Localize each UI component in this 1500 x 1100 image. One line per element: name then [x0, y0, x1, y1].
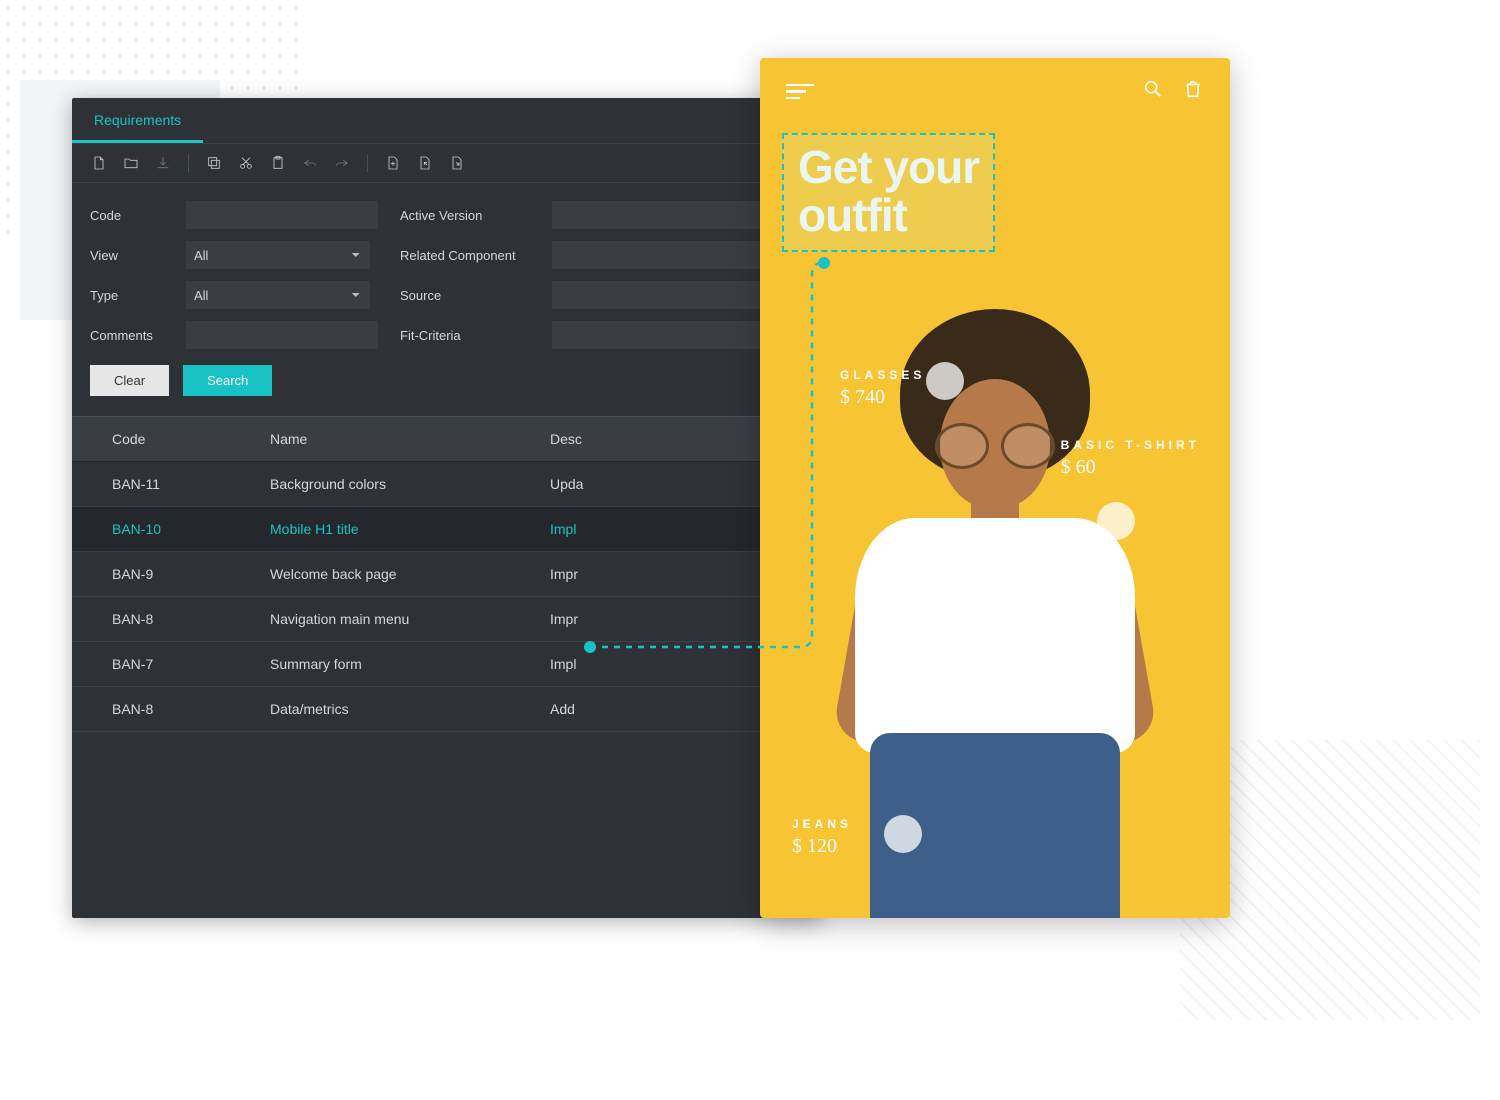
- filter-fit-criteria: Fit-Criteria: [400, 321, 804, 349]
- tag-glasses-price: $ 740: [840, 386, 925, 409]
- cell-name: Navigation main menu: [252, 597, 532, 641]
- table-row[interactable]: BAN-7Summary formImpl: [72, 642, 822, 687]
- filter-type-select[interactable]: All: [186, 281, 370, 309]
- filter-active-version-label: Active Version: [400, 208, 540, 223]
- tag-tshirt[interactable]: BASIC T-SHIRT $ 60: [1061, 438, 1200, 479]
- cell-code: BAN-8: [72, 687, 252, 731]
- cell-code: BAN-9: [72, 552, 252, 596]
- paste-icon[interactable]: [269, 154, 287, 172]
- filter-comments-label: Comments: [90, 328, 174, 343]
- search-icon[interactable]: [1142, 78, 1164, 105]
- toolbar-separator: [367, 154, 368, 172]
- filter-code-label: Code: [90, 208, 174, 223]
- filter-comments-input[interactable]: [186, 321, 378, 349]
- folder-icon[interactable]: [122, 154, 140, 172]
- filter-fit-criteria-label: Fit-Criteria: [400, 328, 540, 343]
- filter-code-input[interactable]: [186, 201, 378, 229]
- cell-name: Data/metrics: [252, 687, 532, 731]
- tag-glasses[interactable]: GLASSES $ 740: [840, 368, 925, 409]
- mobile-preview: Get your outfit GLASSES $ 740 BASIC T-SH…: [760, 58, 1230, 918]
- filter-actions: Clear Search: [72, 355, 822, 416]
- hero-line2: outfit: [798, 189, 907, 241]
- file-collapse-icon[interactable]: [416, 154, 434, 172]
- toolbar-separator: [188, 154, 189, 172]
- filter-related-component: Related Component: [400, 241, 804, 269]
- cell-name: Summary form: [252, 642, 532, 686]
- tag-dot-icon: [926, 362, 964, 400]
- filter-source-label: Source: [400, 288, 540, 303]
- cell-name: Welcome back page: [252, 552, 532, 596]
- hero-title[interactable]: Get your outfit: [782, 133, 995, 252]
- filter-comments: Comments: [90, 321, 370, 349]
- cut-icon[interactable]: [237, 154, 255, 172]
- filter-active-version: Active Version: [400, 201, 804, 229]
- redo-icon[interactable]: [333, 154, 351, 172]
- filter-code: Code: [90, 201, 370, 229]
- toolbar: [72, 144, 822, 183]
- tab-requirements[interactable]: Requirements: [72, 98, 203, 143]
- filter-type-label: Type: [90, 288, 174, 303]
- col-header-code[interactable]: Code: [72, 417, 252, 461]
- table-row[interactable]: BAN-8Navigation main menuImpr: [72, 597, 822, 642]
- table-row[interactable]: BAN-10Mobile H1 titleImpl: [72, 507, 822, 552]
- tag-glasses-name: GLASSES: [840, 368, 925, 382]
- shopping-bag-icon[interactable]: [1182, 78, 1204, 105]
- filter-source: Source: [400, 281, 804, 309]
- requirements-panel: Requirements Code Active Version View Al…: [72, 98, 822, 918]
- menu-icon[interactable]: [786, 84, 814, 100]
- cell-code: BAN-11: [72, 462, 252, 506]
- cell-code: BAN-7: [72, 642, 252, 686]
- table-body: BAN-11Background colorsUpdaBAN-10Mobile …: [72, 462, 822, 732]
- table-row[interactable]: BAN-9Welcome back pageImpr: [72, 552, 822, 597]
- search-button[interactable]: Search: [183, 365, 272, 396]
- cell-code: BAN-10: [72, 507, 252, 551]
- tag-jeans-name: JEANS: [792, 817, 852, 831]
- cell-name: Background colors: [252, 462, 532, 506]
- table-row[interactable]: BAN-11Background colorsUpda: [72, 462, 822, 507]
- table-header: Code Name Desc: [72, 416, 822, 462]
- hero-line1: Get your: [798, 141, 979, 193]
- tag-dot-icon: [884, 815, 922, 853]
- cell-code: BAN-8: [72, 597, 252, 641]
- filter-view: View All: [90, 241, 370, 269]
- tab-bar: Requirements: [72, 98, 822, 144]
- filters: Code Active Version View All Related Com…: [72, 183, 822, 355]
- filter-view-label: View: [90, 248, 174, 263]
- tag-jeans-price: $ 120: [792, 835, 852, 858]
- tag-jeans[interactable]: JEANS $ 120: [792, 817, 852, 858]
- download-icon[interactable]: [154, 154, 172, 172]
- copy-icon[interactable]: [205, 154, 223, 172]
- filter-view-select[interactable]: All: [186, 241, 370, 269]
- filter-related-component-label: Related Component: [400, 248, 540, 263]
- mobile-topbar: [760, 58, 1230, 115]
- new-file-icon[interactable]: [90, 154, 108, 172]
- tag-dot-icon: [1097, 502, 1135, 540]
- filter-type: Type All: [90, 281, 370, 309]
- table-row[interactable]: BAN-8Data/metricsAdd: [72, 687, 822, 732]
- clear-button[interactable]: Clear: [90, 365, 169, 396]
- tag-tshirt-name: BASIC T-SHIRT: [1061, 438, 1200, 452]
- undo-icon[interactable]: [301, 154, 319, 172]
- file-add-icon[interactable]: [384, 154, 402, 172]
- file-expand-icon[interactable]: [448, 154, 466, 172]
- col-header-name[interactable]: Name: [252, 417, 532, 461]
- cell-name: Mobile H1 title: [252, 507, 532, 551]
- tag-tshirt-price: $ 60: [1061, 456, 1200, 479]
